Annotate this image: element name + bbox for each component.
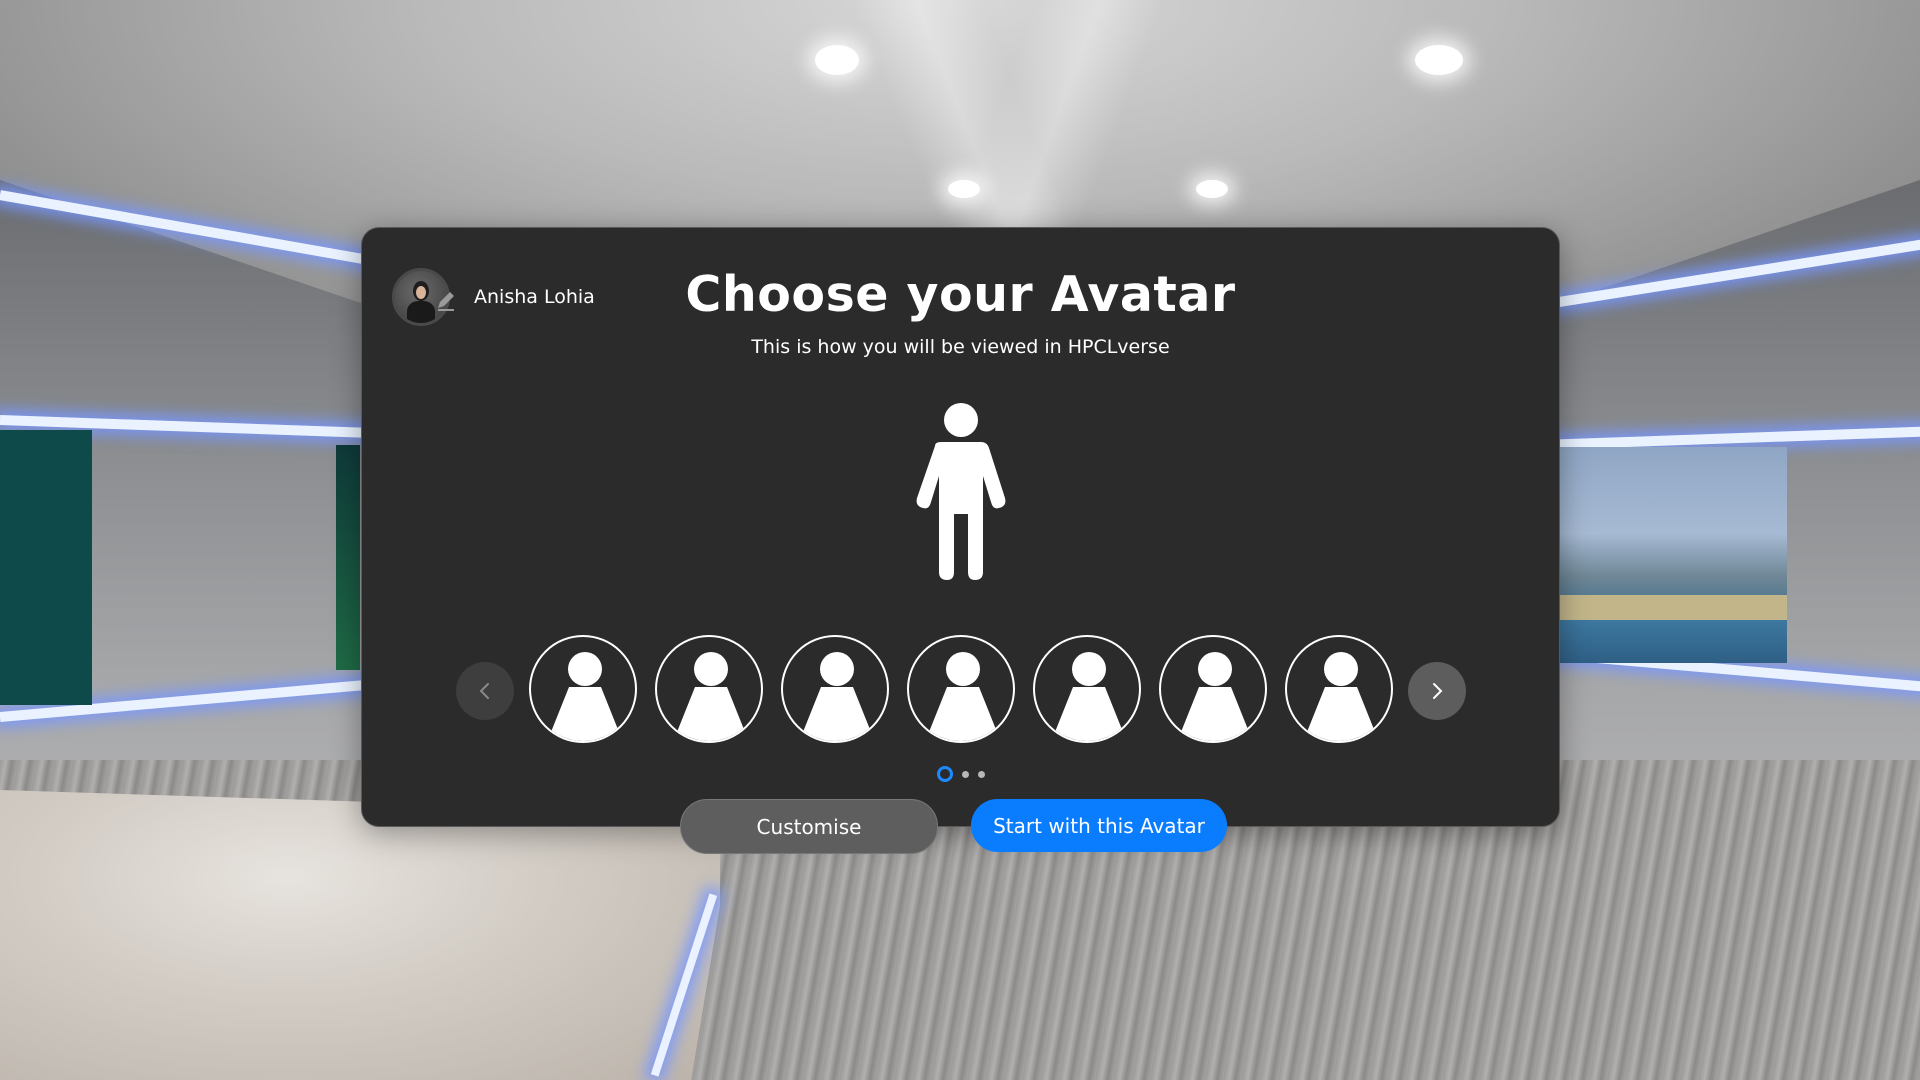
avatar-option-1[interactable] — [529, 635, 637, 743]
carousel-pagination — [937, 766, 994, 782]
avatar-preview-figure — [916, 403, 1006, 580]
carousel-prev-button[interactable] — [456, 662, 514, 720]
avatar-selection-dialog: Anisha Lohia Choose your Avatar This is … — [361, 227, 1560, 827]
ceiling-light — [815, 45, 859, 75]
page-dot[interactable] — [962, 770, 969, 778]
page-dot[interactable] — [978, 770, 985, 778]
chevron-right-icon — [1433, 683, 1443, 699]
ceiling-light — [1196, 180, 1228, 198]
start-with-avatar-button[interactable]: Start with this Avatar — [971, 799, 1227, 852]
avatar-option-6[interactable] — [1159, 635, 1267, 743]
ceiling-light — [1415, 45, 1463, 75]
dialog-title: Choose your Avatar — [685, 266, 1236, 323]
wall-poster — [336, 445, 360, 670]
ceiling-light — [948, 180, 980, 198]
dialog-subtitle: This is how you will be viewed in HPCLve… — [751, 336, 1170, 358]
wall-screen-water — [1555, 620, 1787, 663]
carousel-next-button[interactable] — [1408, 662, 1466, 720]
avatar-option-5[interactable] — [1033, 635, 1141, 743]
avatar-carousel — [456, 635, 1466, 747]
page-dot-active[interactable] — [937, 766, 953, 782]
avatar-option-4[interactable] — [907, 635, 1015, 743]
chevron-left-icon — [479, 683, 489, 699]
avatar-option-7[interactable] — [1285, 635, 1393, 743]
customise-button[interactable]: Customise — [680, 799, 938, 854]
avatar-option-2[interactable] — [655, 635, 763, 743]
marble-floor — [0, 790, 720, 1080]
wall-poster — [0, 430, 92, 705]
avatar-option-3[interactable] — [781, 635, 889, 743]
